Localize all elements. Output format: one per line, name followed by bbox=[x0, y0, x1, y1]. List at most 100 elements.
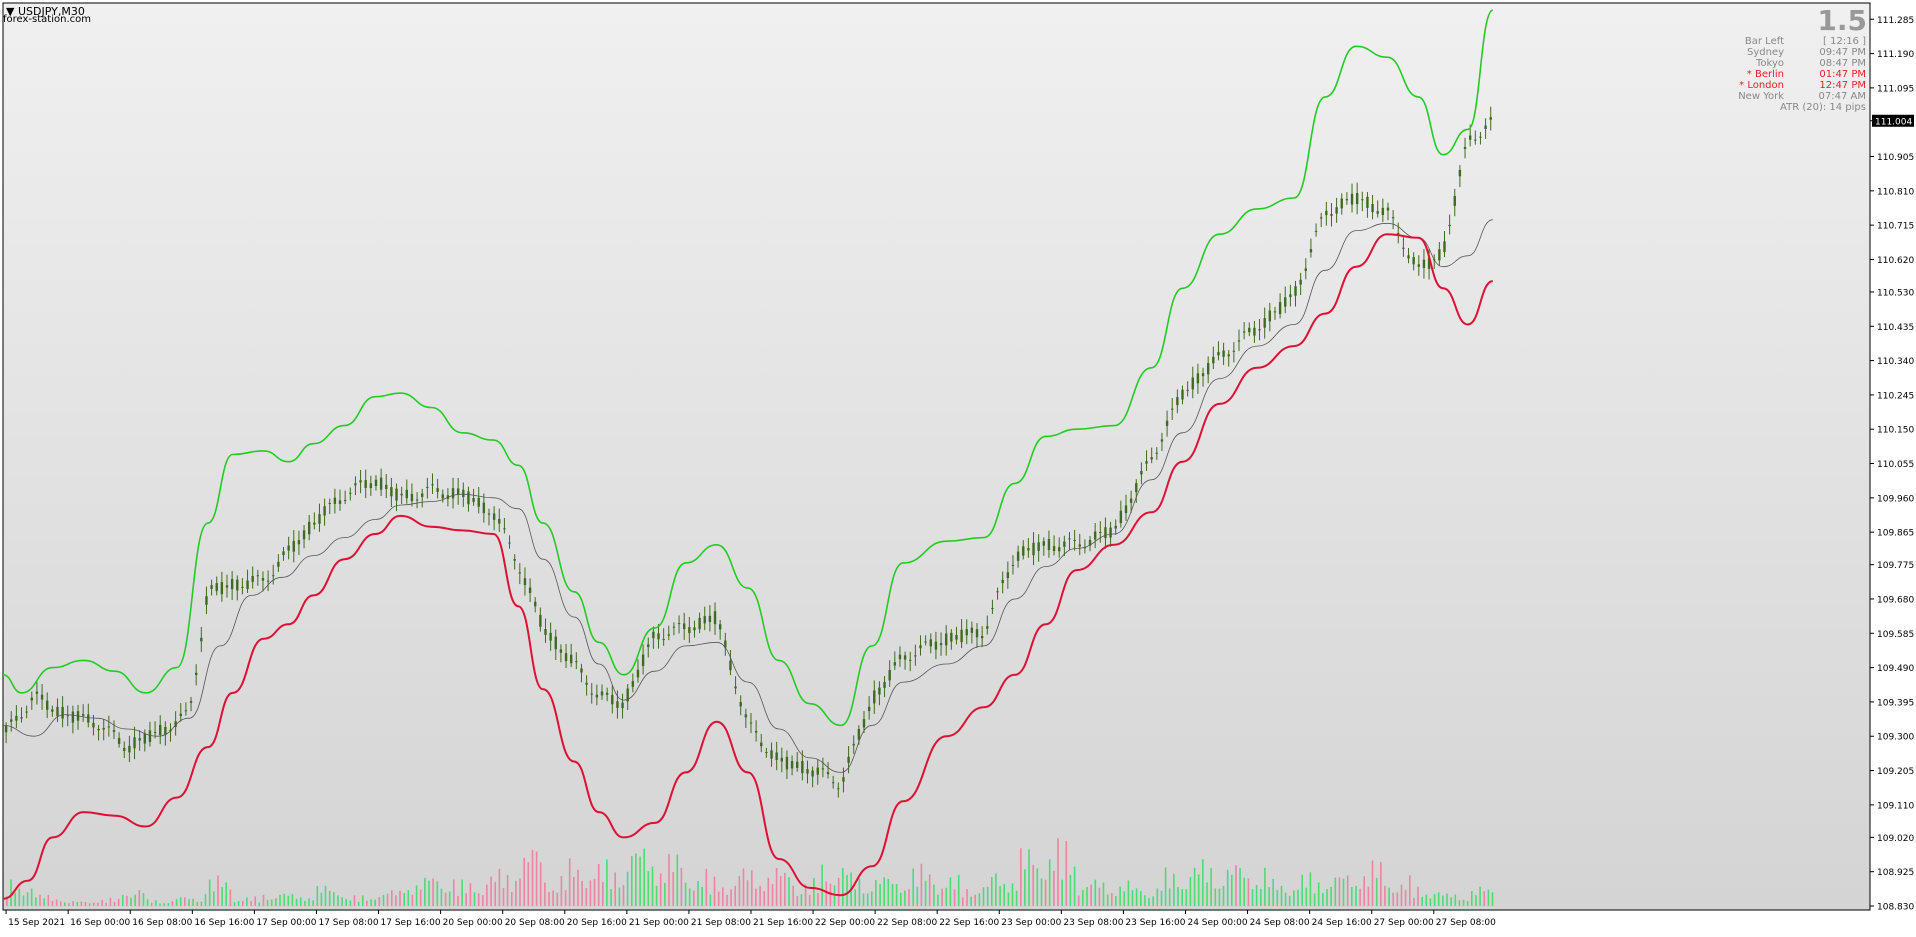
info-row: Tokyo 08:47 PM bbox=[1666, 58, 1866, 69]
chart-canvas[interactable]: 111.285 111.190 111.095 111.004 110.905 110.8… bbox=[0, 0, 1916, 933]
volume-bar bbox=[1380, 862, 1382, 906]
volume-bar bbox=[324, 885, 327, 906]
volume-bar bbox=[626, 871, 629, 906]
volume-bar bbox=[1433, 894, 1436, 906]
volume-bar bbox=[684, 882, 687, 906]
volume-bar bbox=[1115, 896, 1117, 906]
time-tick-label: 17 Sep 16:00 bbox=[381, 918, 441, 928]
volume-bar bbox=[349, 900, 352, 906]
volume-bar bbox=[643, 848, 645, 906]
volume-bar bbox=[573, 877, 575, 906]
volume-bar bbox=[523, 857, 525, 906]
volume-bar bbox=[1048, 859, 1051, 906]
info-row-value: 07:47 AM bbox=[1818, 91, 1866, 102]
volume-bar bbox=[1185, 889, 1188, 906]
volume-bar bbox=[755, 888, 757, 906]
volume-bar bbox=[1446, 893, 1448, 906]
volume-bar bbox=[631, 856, 633, 906]
volume-bar bbox=[233, 902, 236, 906]
volume-bar bbox=[1326, 889, 1328, 906]
volume-bar bbox=[817, 892, 819, 906]
time-tick-label: 23 Sep 00:00 bbox=[1001, 918, 1061, 928]
time-tick-label: 17 Sep 08:00 bbox=[318, 918, 378, 928]
volume-bar bbox=[250, 901, 252, 906]
volume-bar bbox=[1384, 885, 1386, 906]
volume-bar bbox=[1264, 867, 1266, 906]
session-times: Bar Left [ 12:16 ] Sydney 09:47 PM Tokyo 08:4… bbox=[1666, 36, 1866, 113]
volume-bar bbox=[35, 897, 37, 906]
volume-bar bbox=[229, 889, 232, 906]
volume-bar bbox=[192, 898, 194, 906]
volume-bar bbox=[742, 868, 745, 906]
volume-bar bbox=[1235, 865, 1237, 906]
volume-bar bbox=[1094, 879, 1097, 906]
volume-bar bbox=[788, 877, 790, 906]
volume-bar bbox=[1156, 888, 1159, 906]
volume-bar bbox=[14, 892, 16, 906]
volume-bar bbox=[262, 894, 265, 906]
volume-bar bbox=[771, 884, 774, 906]
volume-bar bbox=[900, 892, 902, 906]
volume-bar bbox=[879, 883, 881, 906]
volume-bar bbox=[1119, 886, 1121, 906]
volume-bar bbox=[842, 868, 844, 906]
volume-bar bbox=[527, 862, 530, 906]
volume-bar bbox=[1429, 898, 1432, 906]
volume-bar bbox=[726, 894, 728, 906]
volume-bar bbox=[184, 897, 186, 906]
time-tick-label: 23 Sep 16:00 bbox=[1125, 918, 1185, 928]
volume-bar bbox=[1111, 893, 1113, 906]
volume-bar bbox=[498, 868, 501, 906]
chart-window[interactable]: 111.285 111.190 111.095 111.004 110.905 110.8… bbox=[0, 0, 1916, 933]
volume-bar bbox=[432, 878, 434, 906]
volume-bar bbox=[357, 902, 360, 906]
volume-bar bbox=[221, 887, 223, 906]
time-tick-label: 21 Sep 08:00 bbox=[691, 918, 751, 928]
volume-bar bbox=[1454, 894, 1457, 906]
volume-bar bbox=[1268, 887, 1270, 906]
volume-bar bbox=[1007, 892, 1010, 906]
volume-bar bbox=[875, 879, 877, 906]
price-tick-label: 111.190 bbox=[1877, 50, 1914, 60]
volume-bar bbox=[200, 901, 203, 906]
volume-bar bbox=[866, 893, 869, 906]
volume-bar bbox=[130, 897, 132, 906]
volume-bar bbox=[659, 873, 662, 906]
time-tick-label: 22 Sep 08:00 bbox=[877, 918, 937, 928]
volume-bar bbox=[622, 885, 625, 906]
volume-bar bbox=[722, 887, 724, 906]
volume-bar bbox=[403, 893, 405, 906]
volume-bar bbox=[159, 903, 161, 906]
volume-bar bbox=[1193, 867, 1196, 906]
volume-bar bbox=[1421, 896, 1423, 906]
volume-bar bbox=[693, 890, 695, 906]
volume-bar bbox=[717, 891, 720, 906]
time-tick-label: 27 Sep 00:00 bbox=[1374, 918, 1434, 928]
volume-bar bbox=[64, 902, 66, 906]
volume-bar bbox=[1131, 890, 1134, 906]
volume-bar bbox=[295, 898, 298, 906]
price-tick-label: 110.905 bbox=[1877, 153, 1914, 163]
volume-bar bbox=[146, 899, 149, 906]
volume-bar bbox=[1363, 876, 1365, 906]
volume-bar bbox=[291, 893, 294, 906]
volume-bar bbox=[966, 889, 968, 906]
price-tick-label: 110.620 bbox=[1877, 256, 1914, 266]
volume-bar bbox=[208, 879, 211, 906]
volume-bar bbox=[1189, 877, 1192, 906]
volume-bar bbox=[784, 872, 786, 906]
volume-bar bbox=[970, 896, 972, 906]
volume-bar bbox=[1305, 887, 1308, 906]
volume-bar bbox=[84, 902, 87, 906]
volume-bar bbox=[43, 898, 45, 906]
volume-bar bbox=[1355, 885, 1357, 906]
volume-bar bbox=[1218, 888, 1221, 906]
volume-bar bbox=[1028, 849, 1030, 906]
info-panel: 1.5 Bar Left[ 12:16 ] Sydney 09:47 PM Tokyo… bbox=[1666, 6, 1867, 114]
volume-bar bbox=[465, 893, 467, 906]
volume-bar bbox=[1106, 894, 1109, 906]
volume-bar bbox=[287, 895, 290, 906]
price-tick-label: 110.530 bbox=[1877, 288, 1914, 298]
volume-bar bbox=[618, 887, 621, 906]
volume-bar bbox=[22, 895, 25, 906]
